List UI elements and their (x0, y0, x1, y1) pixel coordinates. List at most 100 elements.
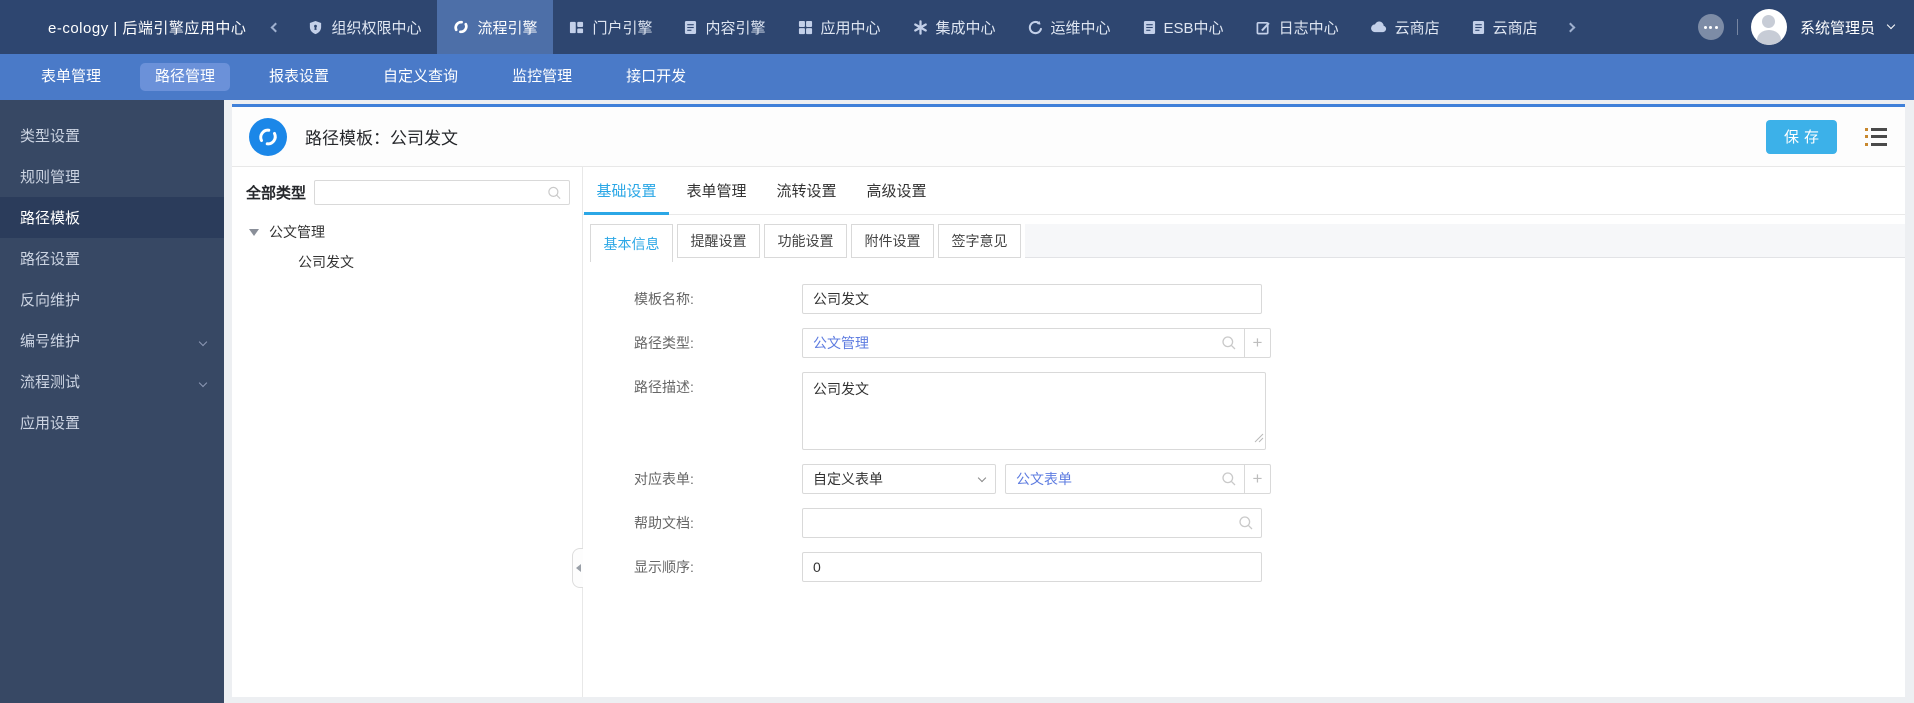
subtab-basic-info[interactable]: 基本信息 (590, 224, 673, 262)
tree-search (314, 180, 570, 205)
select-value: 自定义表单 (813, 471, 883, 487)
subtab-reminder-settings[interactable]: 提醒设置 (677, 224, 760, 258)
top-nav-item-ops-center[interactable]: 运维中心 (1012, 0, 1127, 54)
tab-flow-settings[interactable]: 流转设置 (764, 167, 849, 214)
top-nav-items: 组织权限中心 流程引擎 门户引擎 内容引擎 应用中心 集成中心 运维中心 ESB… (292, 0, 1553, 54)
shield-icon (308, 20, 323, 35)
top-nav-item-label: 流程引擎 (477, 19, 538, 37)
sidebar-item-label: 应用设置 (20, 415, 81, 432)
chevron-down-icon (198, 373, 208, 390)
user-avatar[interactable] (1750, 9, 1787, 45)
tab-form-management[interactable]: 表单管理 (674, 167, 759, 214)
sub-nav-item-monitor-management[interactable]: 监控管理 (497, 63, 587, 91)
top-nav-item-label: 云商店 (1492, 19, 1538, 37)
top-nav-item-log-center[interactable]: 日志中心 (1240, 0, 1355, 54)
path-type-lookup: + (802, 328, 1271, 358)
sidebar-item-label: 类型设置 (20, 128, 81, 145)
sidebar-item-label: 路径设置 (20, 251, 81, 268)
app-brand: e-cology | 后端引擎应用中心 (48, 19, 247, 37)
top-nav-item-esb-center[interactable]: ESB中心 (1127, 0, 1240, 54)
tab-basic-settings[interactable]: 基础设置 (584, 167, 669, 215)
tree-node-child[interactable]: 公司发文 (246, 247, 570, 277)
subtab-signature-comments[interactable]: 签字意见 (938, 224, 1021, 258)
search-icon[interactable] (547, 185, 562, 200)
type-tree: 公文管理 公司发文 (246, 217, 570, 277)
top-nav-item-integration-center[interactable]: 集成中心 (897, 0, 1012, 54)
ops-refresh-icon (1028, 20, 1043, 35)
tree-panel-header: 全部类型 (246, 180, 570, 205)
top-nav-item-org-permission[interactable]: 组织权限中心 (292, 0, 437, 54)
form-row-form-binding: 对应表单: 自定义表单 + (634, 464, 1905, 494)
integration-asterisk-icon (913, 19, 928, 35)
sidebar-item-label: 反向维护 (20, 292, 81, 309)
sub-nav-item-path-management[interactable]: 路径管理 (140, 63, 231, 91)
top-nav-item-label: 云商店 (1394, 19, 1440, 37)
path-desc-textarea[interactable]: 公司发文 (802, 372, 1266, 450)
display-order-input[interactable] (802, 552, 1262, 582)
subtab-attachment-settings[interactable]: 附件设置 (851, 224, 934, 258)
sidebar-item-label: 流程测试 (20, 374, 81, 391)
more-options-icon[interactable] (1697, 14, 1724, 40)
add-path-type-button[interactable]: + (1245, 328, 1271, 358)
top-navbar-right: 系统管理员 (1697, 9, 1914, 45)
top-nav-item-cloud-store-1[interactable]: 云商店 (1355, 0, 1456, 54)
left-sidebar: 类型设置 规则管理 路径模板 路径设置 反向维护 编号维护 流程测试 应用设置 (0, 100, 224, 703)
sub-nav-item-form-management[interactable]: 表单管理 (26, 63, 116, 91)
tree-panel-title: 全部类型 (246, 185, 307, 202)
panel-collapse-handle[interactable] (572, 548, 583, 588)
top-nav-item-label: ESB中心 (1163, 19, 1224, 37)
top-nav-item-content-engine[interactable]: 内容引擎 (668, 0, 781, 54)
page-header: 路径模板：公司发文 保存 (232, 107, 1905, 167)
top-nav-item-label: 日志中心 (1278, 19, 1339, 37)
tree-node-label: 公司发文 (298, 254, 354, 270)
top-nav-item-label: 运维中心 (1050, 19, 1111, 37)
workflow-module-icon (249, 117, 287, 156)
form-binding-lookup: + (1005, 464, 1271, 494)
tab-advanced-settings[interactable]: 高级设置 (854, 167, 939, 214)
sub-nav-item-report-settings[interactable]: 报表设置 (254, 63, 344, 91)
form-row-template-name: 模板名称: (634, 284, 1905, 314)
type-tree-panel: 全部类型 公文管理 公司发文 (232, 167, 583, 697)
search-icon[interactable] (1238, 515, 1254, 531)
tree-expand-icon[interactable] (249, 228, 259, 236)
top-nav-item-cloud-store-2[interactable]: 云商店 (1456, 0, 1554, 54)
field-label: 显示顺序: (634, 559, 694, 575)
form-type-select[interactable]: 自定义表单 (802, 464, 996, 494)
top-nav-item-portal-engine[interactable]: 门户引擎 (553, 0, 668, 54)
tree-node-root[interactable]: 公文管理 (246, 217, 570, 247)
field-label: 模板名称: (634, 291, 694, 307)
add-form-button[interactable]: + (1245, 464, 1271, 494)
help-doc-input[interactable] (802, 508, 1262, 538)
user-name[interactable]: 系统管理员 (1800, 17, 1875, 38)
template-name-input[interactable] (802, 284, 1262, 314)
sidebar-item-number-maintenance[interactable]: 编号维护 (0, 320, 224, 361)
sidebar-item-process-test[interactable]: 流程测试 (0, 361, 224, 402)
field-label: 对应表单: (634, 471, 694, 487)
path-type-input[interactable] (802, 328, 1245, 358)
secondary-tabs: 基本信息 提醒设置 功能设置 附件设置 签字意见 (583, 224, 1905, 262)
tree-node-label: 公文管理 (269, 224, 325, 240)
search-icon[interactable] (1221, 471, 1237, 487)
top-nav-item-label: 集成中心 (935, 19, 996, 37)
save-button[interactable]: 保存 (1765, 119, 1837, 154)
nav-scroll-left-icon[interactable] (260, 0, 290, 54)
top-nav-item-app-center[interactable]: 应用中心 (782, 0, 897, 54)
search-icon[interactable] (1221, 335, 1237, 351)
list-menu-icon[interactable] (1865, 128, 1887, 146)
sidebar-item-app-settings[interactable]: 应用设置 (0, 402, 224, 443)
nav-scroll-right-icon[interactable] (1556, 0, 1586, 54)
sub-nav-item-custom-query[interactable]: 自定义查询 (368, 63, 473, 91)
sub-nav-item-api-development[interactable]: 接口开发 (611, 63, 701, 91)
sidebar-item-path-settings[interactable]: 路径设置 (0, 238, 224, 279)
tree-search-input[interactable] (314, 180, 570, 205)
sidebar-item-reverse-maintenance[interactable]: 反向维护 (0, 279, 224, 320)
sidebar-item-label: 路径模板 (20, 210, 81, 227)
subtab-function-settings[interactable]: 功能设置 (764, 224, 847, 258)
top-nav-item-workflow-engine[interactable]: 流程引擎 (437, 0, 554, 54)
form-binding-input[interactable] (1005, 464, 1245, 494)
field-label: 路径描述: (634, 379, 694, 395)
sidebar-item-rule-management[interactable]: 规则管理 (0, 156, 224, 197)
field-label: 帮助文档: (634, 515, 694, 531)
sidebar-item-type-settings[interactable]: 类型设置 (0, 115, 224, 156)
sidebar-item-path-template[interactable]: 路径模板 (0, 197, 224, 238)
